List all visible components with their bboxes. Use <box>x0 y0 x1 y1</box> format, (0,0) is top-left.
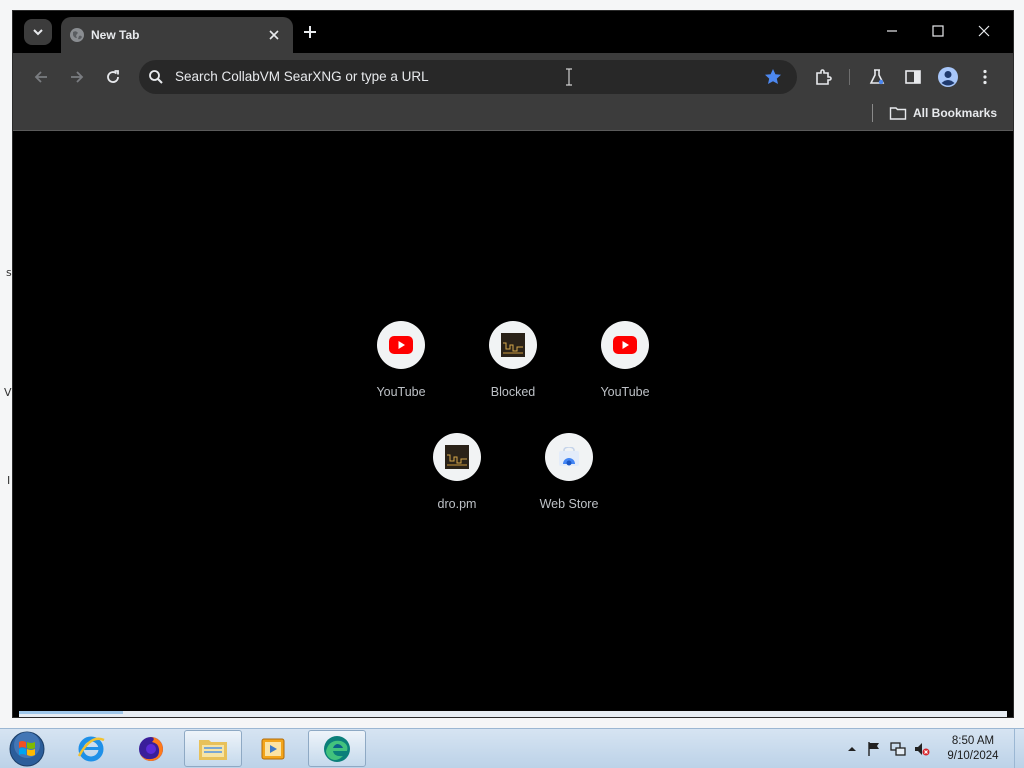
bookmarks-separator <box>872 104 873 122</box>
shortcut-icon-circle <box>377 321 425 369</box>
maximize-button[interactable] <box>915 17 961 45</box>
window-bottom-edge <box>19 711 1007 717</box>
clock-date: 9/10/2024 <box>947 750 999 762</box>
profile-button[interactable] <box>934 63 962 91</box>
all-bookmarks-link[interactable]: All Bookmarks <box>913 106 997 120</box>
title-bar: New Tab <box>13 11 1013 53</box>
dark-thumbnail-icon <box>501 333 525 357</box>
labs-button[interactable] <box>863 63 891 91</box>
globe-icon <box>70 28 84 42</box>
close-icon <box>269 30 279 40</box>
profile-avatar-icon <box>938 67 958 87</box>
shortcut-icon-circle <box>601 321 649 369</box>
windows-orb-icon <box>9 731 45 767</box>
youtube-icon <box>613 336 637 354</box>
shortcut-label: Web Store <box>539 497 599 511</box>
tab-close-button[interactable] <box>265 26 283 44</box>
maximize-icon <box>932 25 944 37</box>
edge-browser-icon <box>324 735 350 762</box>
taskbar-firefox[interactable] <box>122 730 180 767</box>
tray-action-center[interactable] <box>866 741 882 757</box>
chevron-down-icon <box>33 29 43 36</box>
arrow-left-icon <box>34 71 47 83</box>
arrow-right-icon <box>71 71 84 83</box>
network-icon <box>890 742 906 756</box>
tray-overflow-button[interactable] <box>844 741 860 757</box>
reload-button[interactable] <box>99 63 127 91</box>
puzzle-icon <box>816 69 832 85</box>
start-button[interactable] <box>8 731 46 767</box>
shortcut-tile[interactable]: Web Store <box>519 433 619 523</box>
taskbar: 8:50 AM 9/10/2024 <box>0 728 1024 768</box>
search-icon <box>149 70 163 84</box>
shortcut-label: YouTube <box>376 385 426 399</box>
tab-title: New Tab <box>91 28 140 42</box>
address-bar-placeholder: Search CollabVM SearXNG or type a URL <box>175 69 429 84</box>
minimize-icon <box>887 30 897 32</box>
side-panel-icon <box>905 70 921 84</box>
folder-icon[interactable] <box>889 104 907 122</box>
back-button[interactable] <box>27 63 55 91</box>
media-player-icon <box>261 738 285 759</box>
forward-button[interactable] <box>63 63 91 91</box>
menu-button[interactable] <box>971 63 999 91</box>
side-panel-button[interactable] <box>899 63 927 91</box>
firefox-icon <box>139 736 163 761</box>
shortcut-tile[interactable]: Blocked <box>463 321 563 411</box>
show-desktop-button[interactable] <box>1014 729 1024 768</box>
desktop-edge-glyph: I <box>7 474 11 487</box>
more-vertical-icon <box>983 69 987 85</box>
system-clock[interactable]: 8:50 AM 9/10/2024 <box>938 734 1008 764</box>
close-icon <box>978 25 990 37</box>
toolbar-separator <box>849 69 850 85</box>
taskbar-media-player[interactable] <box>244 730 302 767</box>
bookmark-star-icon[interactable] <box>763 67 783 87</box>
text-cursor-icon <box>566 68 572 86</box>
tray-volume[interactable] <box>914 741 930 757</box>
clock-time: 8:50 AM <box>951 735 995 747</box>
shortcut-tile[interactable]: dro.pm <box>407 433 507 523</box>
extensions-button[interactable] <box>809 63 837 91</box>
tray-network[interactable] <box>890 741 906 757</box>
toolbar: Search CollabVM SearXNG or type a URL <box>13 53 1013 99</box>
shortcut-tile[interactable]: YouTube <box>351 321 451 411</box>
taskbar-edge[interactable] <box>308 730 366 767</box>
web-store-icon <box>559 447 579 466</box>
bookmarks-bar: All Bookmarks <box>13 99 1013 131</box>
flag-icon <box>868 742 879 756</box>
shortcut-label: dro.pm <box>437 497 477 511</box>
chevron-up-icon <box>848 747 856 751</box>
taskbar-file-explorer[interactable] <box>184 730 242 767</box>
plus-icon <box>304 26 316 38</box>
tab-new-tab[interactable]: New Tab <box>61 17 293 53</box>
address-bar[interactable]: Search CollabVM SearXNG or type a URL <box>139 60 797 94</box>
shortcut-icon-circle <box>489 321 537 369</box>
volume-muted-icon <box>915 743 930 756</box>
desktop-edge-glyph: s <box>6 266 12 279</box>
desktop-edge-glyph: V <box>4 386 12 399</box>
new-tab-page: YouTube Blocked YouTube dro.pm Web Store <box>19 132 1007 712</box>
taskbar-internet-explorer[interactable] <box>62 730 120 767</box>
minimize-button[interactable] <box>869 17 915 45</box>
youtube-icon <box>389 336 413 354</box>
browser-window: New Tab Search CollabVM SearXNG or type … <box>12 10 1014 718</box>
new-tab-button[interactable] <box>299 21 321 43</box>
shortcut-label: YouTube <box>600 385 650 399</box>
tab-search-button[interactable] <box>24 19 52 45</box>
shortcut-tile[interactable]: YouTube <box>575 321 675 411</box>
shortcut-icon-circle <box>433 433 481 481</box>
close-window-button[interactable] <box>961 17 1007 45</box>
flask-icon <box>869 69 885 85</box>
dark-thumbnail-icon <box>445 445 469 469</box>
shortcut-label: Blocked <box>490 385 536 399</box>
shortcut-icon-circle <box>545 433 593 481</box>
window-bottom-accent <box>19 711 123 714</box>
internet-explorer-icon <box>77 736 105 761</box>
reload-icon <box>107 70 119 83</box>
folder-icon <box>199 739 227 760</box>
